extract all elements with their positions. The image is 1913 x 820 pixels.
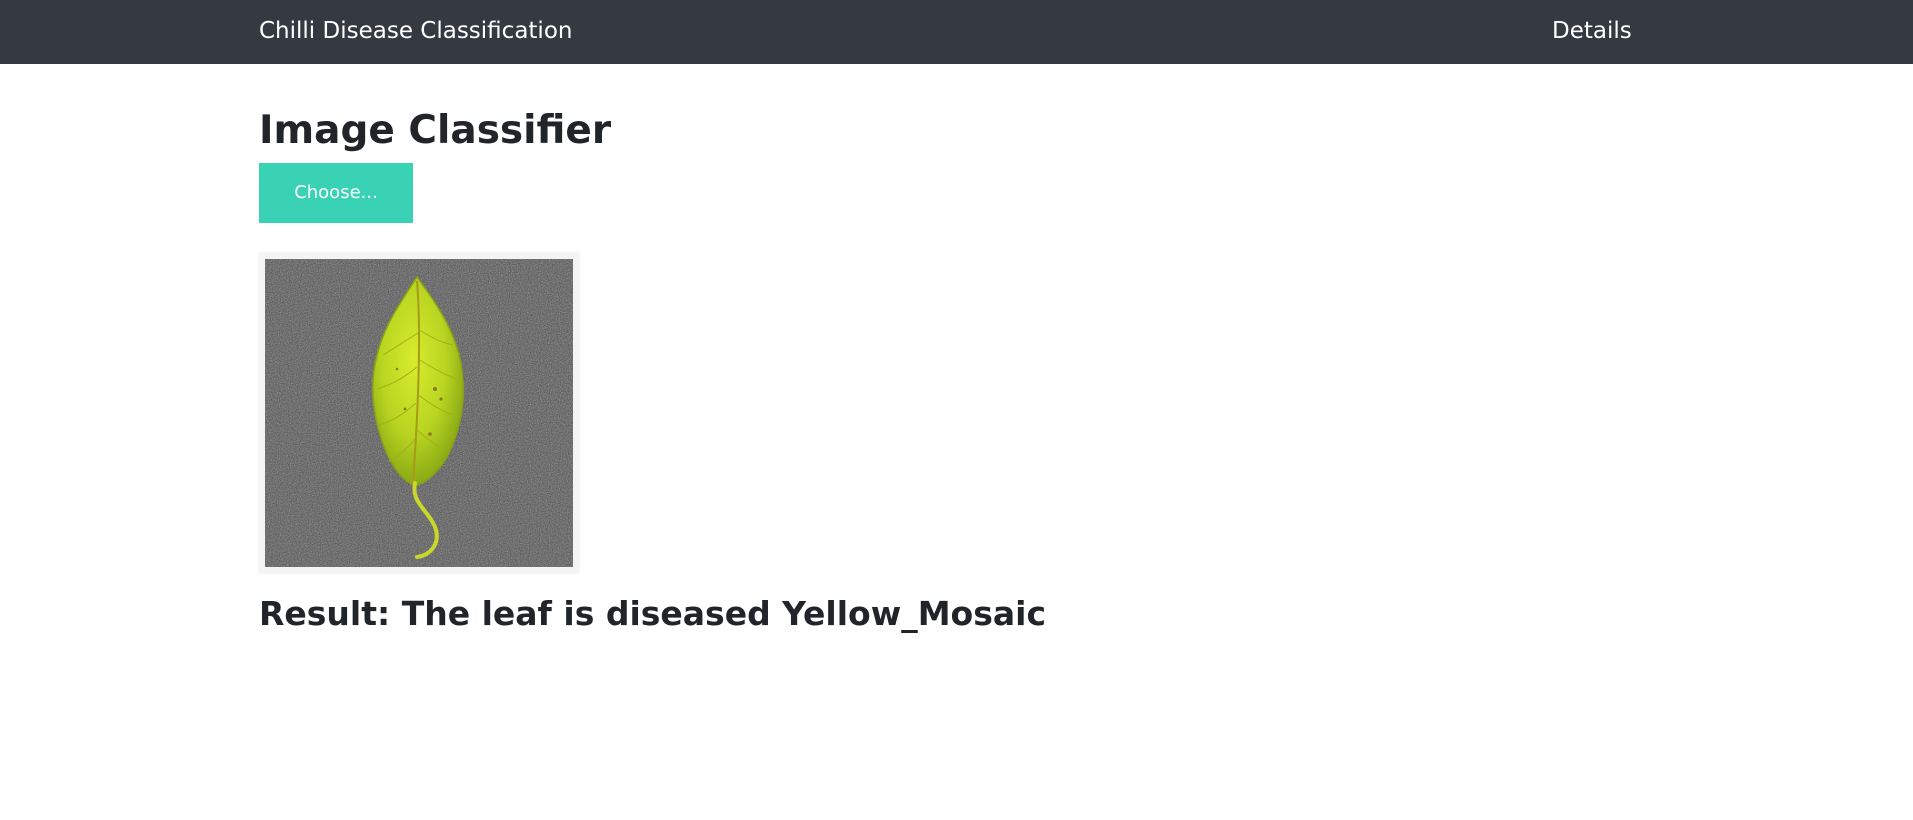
uploaded-leaf-image — [265, 259, 573, 567]
choose-file-button[interactable]: Choose... — [259, 163, 413, 223]
nav-link-details[interactable]: Details — [1552, 16, 1632, 46]
navbar-brand[interactable]: Chilli Disease Classification — [259, 16, 572, 46]
page-title: Image Classifier — [259, 108, 612, 153]
classification-result: Result: The leaf is diseased Yellow_Mosa… — [259, 594, 1047, 633]
top-navbar: Chilli Disease Classification Details — [0, 0, 1913, 64]
image-preview-frame — [259, 253, 579, 573]
